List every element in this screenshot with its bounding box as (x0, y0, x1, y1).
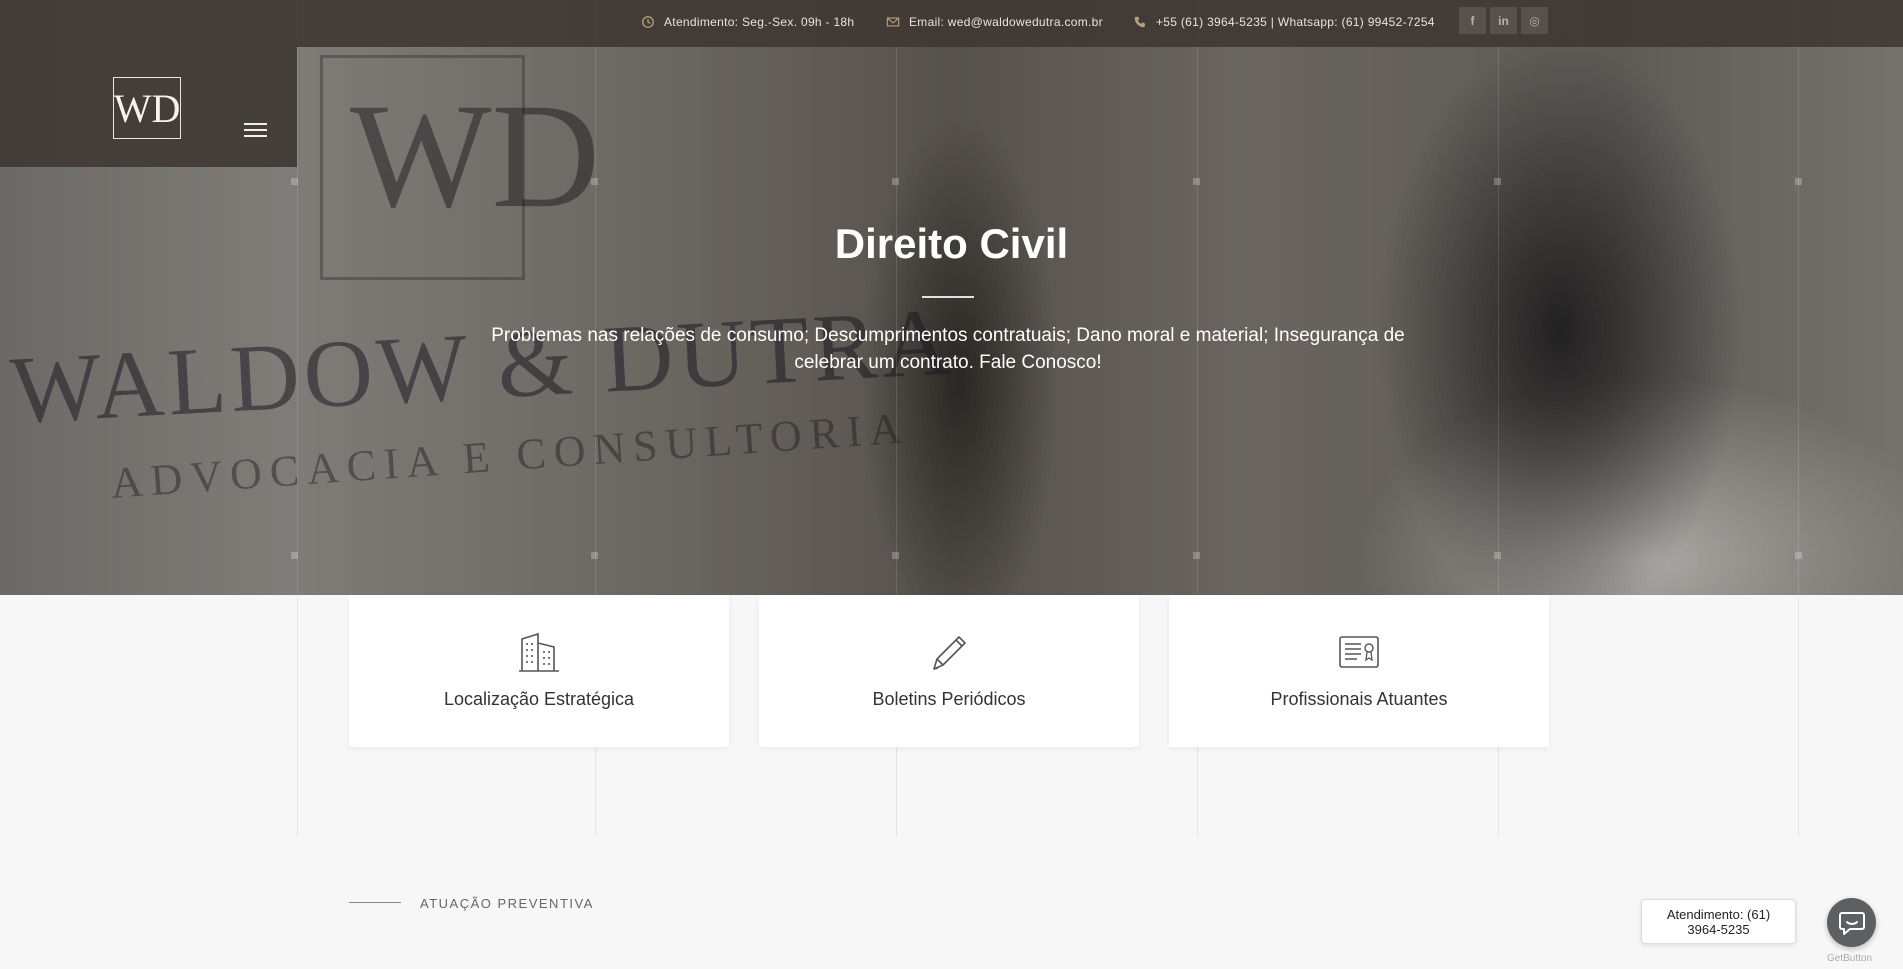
page-title: Direito Civil (834, 220, 1069, 267)
feature-card-location[interactable]: Localização Estratégica (349, 595, 729, 747)
grid-dot (1795, 178, 1802, 185)
grid-dot (1193, 552, 1200, 559)
logo-monogram: WD (113, 85, 181, 131)
hamburger-menu-icon[interactable] (244, 123, 267, 137)
top-info-bar: Atendimento: Seg.-Sex. 09h - 18h Email: … (0, 0, 1903, 47)
hero-description: Problemas nas relações de consumo; Descu… (491, 325, 1405, 373)
linkedin-icon[interactable]: in (1490, 7, 1517, 34)
grid-dot (1193, 178, 1200, 185)
grid-dot (1795, 552, 1802, 559)
grid-dot (1494, 552, 1501, 559)
grid-dot (591, 178, 598, 185)
grid-dot (892, 178, 899, 185)
chat-tooltip-line1: Atendimento: (61) (1666, 907, 1771, 922)
certificate-icon (1339, 636, 1379, 668)
chat-tooltip[interactable]: Atendimento: (61) 3964-5235 (1641, 899, 1796, 944)
instagram-icon[interactable]: ◎ (1521, 7, 1548, 34)
header-logo-panel: WD (0, 47, 297, 167)
grid-dot (291, 552, 298, 559)
facebook-icon[interactable]: f (1459, 7, 1486, 34)
title-divider (922, 296, 974, 298)
feature-card-bulletins[interactable]: Boletins Periódicos (759, 595, 1139, 747)
grid-line (1498, 0, 1499, 595)
chat-button[interactable] (1827, 898, 1876, 947)
grid-line (1197, 0, 1198, 595)
grid-line (595, 0, 596, 595)
grid-dot (591, 552, 598, 559)
chat-tooltip-line2: 3964-5235 (1687, 922, 1750, 937)
feature-label: Boletins Periódicos (872, 689, 1026, 709)
clock-icon (642, 16, 654, 28)
site-logo[interactable]: WD (113, 77, 181, 139)
grid-line (1798, 595, 1799, 837)
business-hours: Atendimento: Seg.-Sex. 09h - 18h (641, 0, 854, 44)
email-link[interactable]: Email: wed@waldowedutra.com.br (886, 0, 1103, 44)
envelope-icon (886, 17, 900, 27)
grid-line (896, 0, 897, 595)
chat-credit[interactable]: GetButton (1827, 953, 1872, 964)
building-icon (519, 632, 559, 672)
phone-text: +55 (61) 3964-5235 | Whatsapp: (61) 9945… (1156, 15, 1435, 29)
grid-dot (291, 178, 298, 185)
chat-icon (1838, 911, 1865, 935)
feature-card-professionals[interactable]: Profissionais Atuantes (1169, 595, 1549, 747)
grid-line (1798, 0, 1799, 595)
feature-label: Localização Estratégica (443, 689, 635, 709)
grid-line (297, 0, 298, 595)
phone-link[interactable]: +55 (61) 3964-5235 | Whatsapp: (61) 9945… (1133, 0, 1435, 44)
pencil-icon (933, 636, 966, 670)
email-text: Email: wed@waldowedutra.com.br (909, 15, 1103, 29)
section-heading: ATUAÇÃO PREVENTIVA (420, 896, 594, 911)
section-rule (349, 902, 401, 903)
grid-dot (1494, 178, 1501, 185)
feature-label: Profissionais Atuantes (1270, 689, 1448, 709)
phone-icon (1134, 16, 1145, 28)
grid-line (297, 595, 298, 837)
business-hours-text: Atendimento: Seg.-Sex. 09h - 18h (664, 15, 855, 29)
grid-dot (892, 552, 899, 559)
